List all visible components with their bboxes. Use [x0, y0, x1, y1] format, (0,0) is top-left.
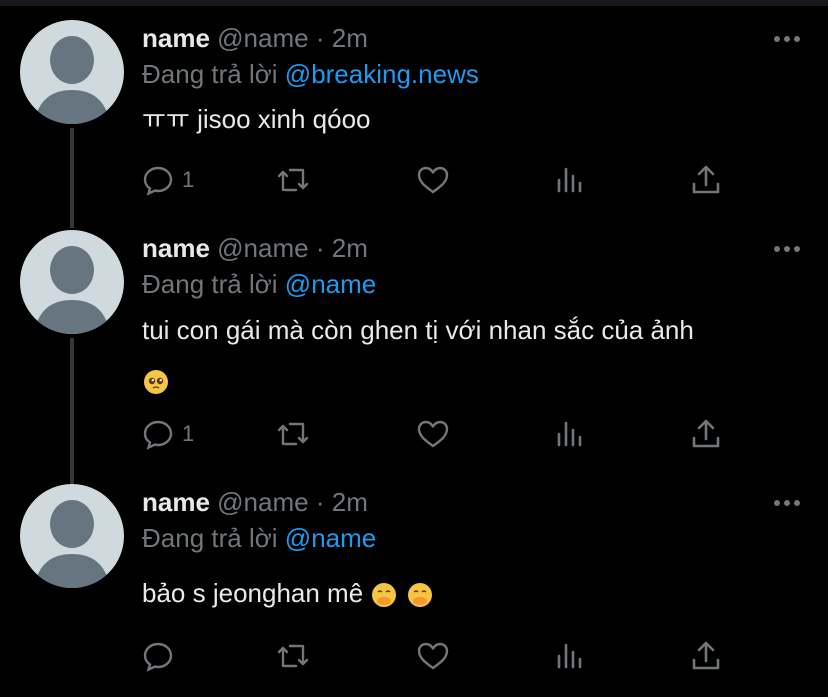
share-icon [692, 165, 720, 194]
like-icon [417, 420, 449, 448]
like-button[interactable] [416, 636, 450, 676]
retweet-icon [277, 644, 309, 668]
reply-button[interactable] [142, 636, 182, 676]
share-button[interactable] [690, 160, 722, 200]
like-icon [417, 642, 449, 670]
action-bar [142, 636, 782, 676]
display-name[interactable]: name [142, 233, 210, 263]
action-bar: 1 [142, 414, 782, 454]
more-options-icon[interactable] [770, 29, 806, 49]
separator-dot: · [315, 487, 325, 517]
mention-link[interactable]: @name [285, 269, 376, 299]
tweet-text: ㅠㅠ jisoo xinh qóoo [142, 94, 802, 144]
tweet-text-content: bảo s jeonghan mê [142, 578, 364, 608]
analytics-icon [557, 167, 582, 193]
analytics-icon [557, 421, 582, 447]
display-name[interactable]: name [142, 23, 210, 53]
tweet-header: name @name · 2m [142, 231, 368, 265]
hand-over-mouth-emoji [372, 583, 397, 608]
analytics-button[interactable] [554, 414, 586, 454]
reply-icon [143, 420, 173, 450]
timestamp[interactable]: 2m [332, 23, 368, 53]
more-options-icon[interactable] [770, 493, 806, 513]
like-button[interactable] [416, 414, 450, 454]
reply-button[interactable]: 1 [142, 414, 194, 454]
like-icon [417, 166, 449, 194]
user-handle[interactable]: @name [217, 23, 308, 53]
reply-count: 1 [182, 167, 195, 192]
retweet-button[interactable] [276, 414, 310, 454]
default-profile-icon [34, 500, 110, 588]
tweet[interactable]: name @name · 2m Đang trả lời @name bảo s… [0, 464, 828, 697]
like-button[interactable] [416, 160, 450, 200]
analytics-button[interactable] [554, 636, 586, 676]
share-icon [692, 641, 720, 670]
tweet-text: tui con gái mà còn ghen tị với nhan sắc … [142, 305, 802, 405]
reply-icon [143, 166, 173, 196]
timestamp[interactable]: 2m [332, 487, 368, 517]
tweet[interactable]: name @name · 2m Đang trả lời @name tui c… [0, 210, 828, 476]
avatar[interactable] [20, 230, 124, 334]
tweet-header: name @name · 2m [142, 485, 368, 519]
retweet-button[interactable] [276, 160, 310, 200]
user-handle[interactable]: @name [217, 233, 308, 263]
replying-to-label: Đang trả lời [142, 523, 278, 553]
separator-dot: · [315, 23, 325, 53]
tweet-text-content: tui con gái mà còn ghen tị với nhan sắc … [142, 315, 694, 345]
action-bar: 1 [142, 160, 782, 200]
analytics-button[interactable] [554, 160, 586, 200]
replying-to: Đang trả lời @name [142, 267, 376, 301]
default-profile-icon [34, 36, 110, 124]
separator-dot: · [315, 233, 325, 263]
reply-icon [143, 642, 173, 672]
tweet-text: bảo s jeonghan mê [142, 568, 802, 618]
tweet-header: name @name · 2m [142, 21, 368, 55]
timestamp[interactable]: 2m [332, 233, 368, 263]
retweet-button[interactable] [276, 636, 310, 676]
share-icon [692, 419, 720, 448]
share-button[interactable] [690, 636, 722, 676]
user-handle[interactable]: @name [217, 487, 308, 517]
replying-to: Đang trả lời @breaking.news [142, 57, 479, 91]
avatar[interactable] [20, 484, 124, 588]
pleading-face-emoji [144, 370, 168, 395]
reply-button[interactable]: 1 [142, 160, 194, 200]
analytics-icon [557, 643, 582, 669]
replying-to: Đang trả lời @name [142, 521, 376, 555]
more-options-icon[interactable] [770, 239, 806, 259]
mention-link[interactable]: @breaking.news [285, 59, 479, 89]
retweet-icon [277, 168, 309, 192]
replying-to-label: Đang trả lời [142, 269, 278, 299]
replying-to-label: Đang trả lời [142, 59, 278, 89]
display-name[interactable]: name [142, 487, 210, 517]
share-button[interactable] [690, 414, 722, 454]
hand-over-mouth-emoji [407, 583, 432, 608]
reply-count: 1 [182, 421, 195, 446]
mention-link[interactable]: @name [285, 523, 376, 553]
avatar[interactable] [20, 20, 124, 124]
tweet[interactable]: name @name · 2m Đang trả lời @breaking.n… [0, 0, 828, 210]
retweet-icon [277, 422, 309, 446]
default-profile-icon [34, 246, 110, 334]
tweet-text-content: ㅠㅠ jisoo xinh qóoo [142, 104, 371, 134]
